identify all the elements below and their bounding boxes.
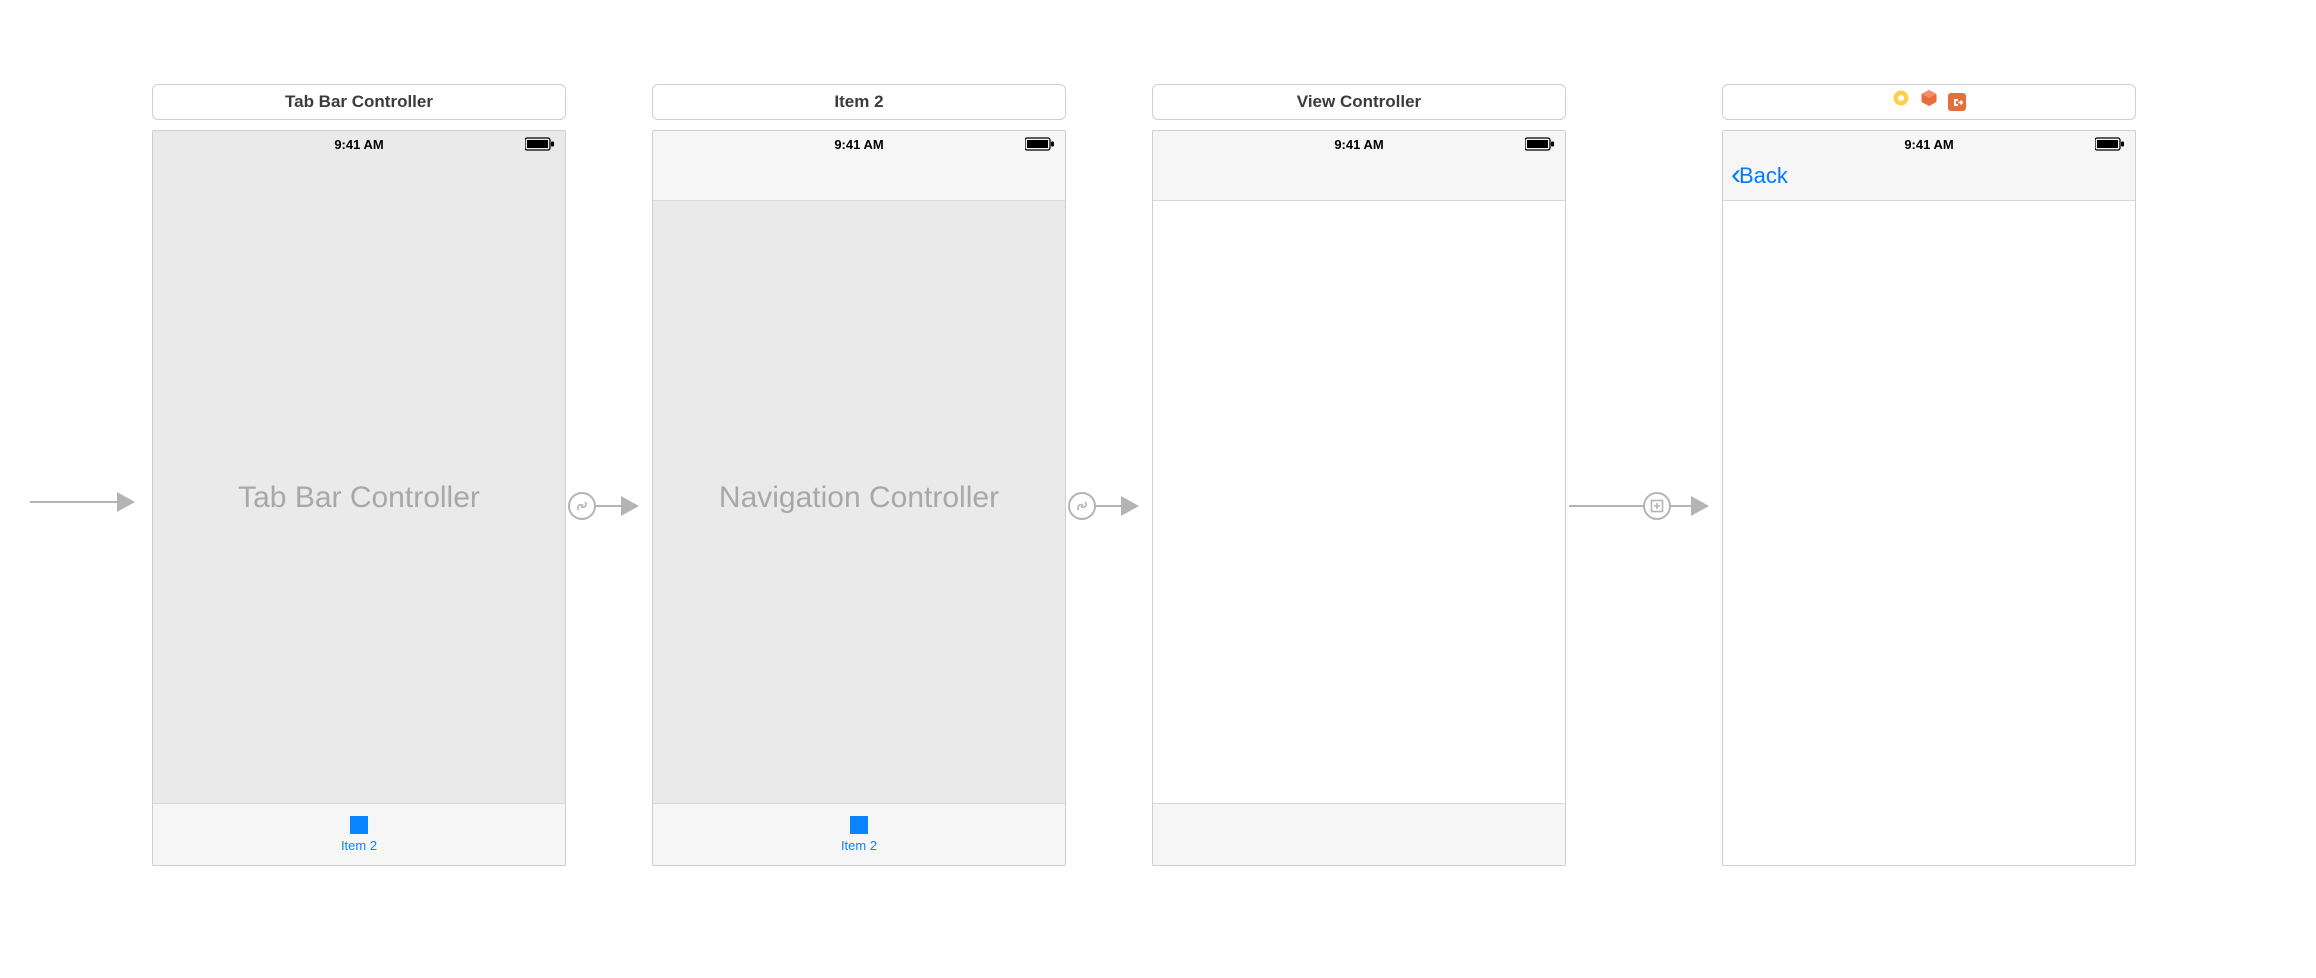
battery-icon [1025,137,1055,151]
scene-title-label: Tab Bar Controller [285,85,433,119]
arrow-right-icon [1691,496,1709,516]
segue-line [595,505,622,507]
scene-tab-bar-controller[interactable]: Tab Bar Controller 9:41 AM Tab Bar Contr… [152,84,566,866]
tab-bar-item[interactable]: Item 2 [341,816,377,853]
navigation-bar: 9:41 AM ‹ Back [1723,131,2135,201]
segue-line [30,501,118,503]
chevron-left-icon: ‹ [1731,164,1741,186]
status-time-label: 9:41 AM [334,137,383,152]
segue-badge [568,492,596,520]
status-bar: 9:41 AM [653,131,1065,157]
status-bar: 9:41 AM [1153,131,1565,157]
scene-view-controller[interactable]: View Controller 9:41 AM [1152,84,1566,866]
storyboard-canvas[interactable]: Tab Bar Controller 9:41 AM Tab Bar Contr… [0,0,2316,978]
scene-body[interactable]: 9:41 AM [1152,130,1566,866]
battery-icon [1525,137,1555,151]
back-button-label: Back [1739,163,1788,189]
status-time-label: 9:41 AM [1904,137,1953,152]
tab-bar-item[interactable]: Item 2 [841,816,877,853]
tab-bar-placeholder [1153,803,1565,865]
scene-title-bar[interactable]: View Controller [1152,84,1566,120]
segue-badge [1068,492,1096,520]
scene-detail-view-controller[interactable]: 9:41 AM ‹ Back [1722,84,2136,866]
tab-item-label: Item 2 [841,838,877,853]
scene-title-bar[interactable]: Item 2 [652,84,1066,120]
status-bar: 9:41 AM [153,131,565,157]
scene-title-bar[interactable] [1722,84,2136,120]
status-time-label: 9:41 AM [834,137,883,152]
tab-item-icon [850,816,868,834]
arrow-right-icon [1121,496,1139,516]
segue-line [1569,505,1644,507]
show-segue-icon [1650,499,1664,513]
scene-title-bar[interactable]: Tab Bar Controller [152,84,566,120]
segue-line [1095,505,1122,507]
tab-item-label: Item 2 [341,838,377,853]
tab-bar: Item 2 [153,803,565,865]
segue-badge [1643,492,1671,520]
status-bar: 9:41 AM [1723,131,2135,157]
battery-icon [525,137,555,151]
scene-body[interactable]: 9:41 AM Navigation Controller Item 2 [652,130,1066,866]
navigation-bar-placeholder [653,157,1065,201]
back-button[interactable]: ‹ Back [1731,163,1788,189]
segue-show[interactable] [1569,492,1709,520]
scene-title-label: Item 2 [834,85,883,119]
battery-icon [2095,137,2125,151]
view-controller-icon[interactable] [1892,85,1910,119]
navigation-bar-placeholder [1153,157,1565,201]
controller-placeholder-label: Navigation Controller [653,131,1065,865]
segue-relationship[interactable] [569,492,639,520]
exit-icon[interactable] [1948,93,1966,111]
arrow-right-icon [621,496,639,516]
storyboard-entry-point[interactable] [30,492,135,512]
tab-item-icon [350,816,368,834]
scene-dock-icons [1892,85,1966,119]
scene-body[interactable]: 9:41 AM ‹ Back [1722,130,2136,866]
scene-body[interactable]: 9:41 AM Tab Bar Controller Item 2 [152,130,566,866]
relationship-segue-icon [575,499,589,513]
first-responder-icon[interactable] [1920,85,1938,119]
controller-placeholder-label: Tab Bar Controller [153,131,565,865]
scene-navigation-controller[interactable]: Item 2 9:41 AM Navigation Controller Ite… [652,84,1066,866]
relationship-segue-icon [1075,499,1089,513]
status-time-label: 9:41 AM [1334,137,1383,152]
segue-relationship[interactable] [1069,492,1139,520]
segue-line [1670,505,1692,507]
arrow-right-icon [117,492,135,512]
scene-title-label: View Controller [1297,85,1421,119]
tab-bar: Item 2 [653,803,1065,865]
